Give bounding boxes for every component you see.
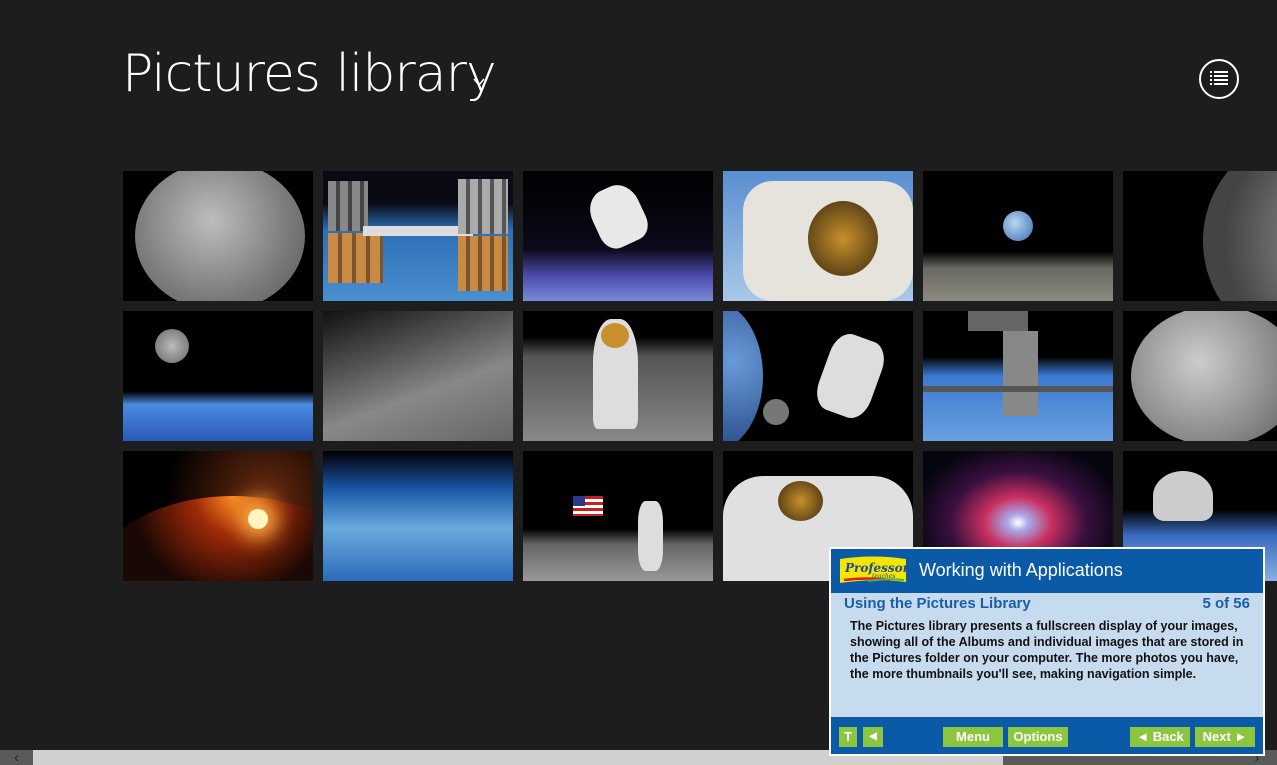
text-toggle-button[interactable]: T xyxy=(839,727,857,747)
thumbnail-moon-surface[interactable] xyxy=(1123,311,1277,441)
audio-button[interactable]: ◀ xyxy=(863,727,883,747)
thumbnail-earth-orbit[interactable] xyxy=(323,451,513,581)
svg-text:teaches: teaches xyxy=(872,573,895,580)
thumbnail-moon[interactable] xyxy=(123,171,313,301)
thumbnail-astronaut-on-moon[interactable] xyxy=(523,311,713,441)
lesson-progress: 5 of 56 xyxy=(1202,595,1250,612)
thumbnail-moon-over-earth[interactable] xyxy=(123,311,313,441)
back-button[interactable]: ◄ Back xyxy=(1130,727,1190,747)
tutorial-body: Using the Pictures Library 5 of 56 The P… xyxy=(831,593,1263,717)
thumbnail-astronaut-helmet[interactable] xyxy=(723,171,913,301)
tutorial-header: Professor teaches Working with Applicati… xyxy=(831,549,1263,593)
list-view-button[interactable] xyxy=(1199,59,1239,99)
thumbnail-lunar-craters[interactable] xyxy=(323,311,513,441)
thumbnail-station-over-earth[interactable] xyxy=(923,311,1113,441)
thumbnail-earthrise[interactable] xyxy=(923,171,1113,301)
page-title[interactable]: Pictures library xyxy=(122,44,497,104)
menu-button[interactable]: Menu xyxy=(943,727,1003,747)
thumbnail-space-station[interactable] xyxy=(323,171,513,301)
tutorial-footer: T ◀ Menu Options ◄ Back Next ► xyxy=(831,717,1263,754)
course-title: Working with Applications xyxy=(919,560,1123,580)
thumbnail-astronaut-spacewalk[interactable] xyxy=(723,311,913,441)
scroll-left-button[interactable]: ‹ xyxy=(0,750,33,765)
lesson-title: Using the Pictures Library xyxy=(844,595,1031,612)
list-view-icon xyxy=(1210,71,1228,85)
lesson-text: The Pictures library presents a fullscre… xyxy=(850,619,1244,681)
thumbnail-sunrise[interactable] xyxy=(123,451,313,581)
professor-teaches-logo: Professor teaches xyxy=(840,556,908,583)
thumbnail-flag-on-moon[interactable] xyxy=(523,451,713,581)
next-button[interactable]: Next ► xyxy=(1195,727,1255,747)
thumbnail-astronaut-floating[interactable] xyxy=(523,171,713,301)
tutorial-panel: Professor teaches Working with Applicati… xyxy=(829,547,1265,756)
thumbnail-crescent-moon[interactable] xyxy=(1123,171,1277,301)
options-button[interactable]: Options xyxy=(1008,727,1068,747)
chevron-down-icon[interactable] xyxy=(473,76,485,88)
